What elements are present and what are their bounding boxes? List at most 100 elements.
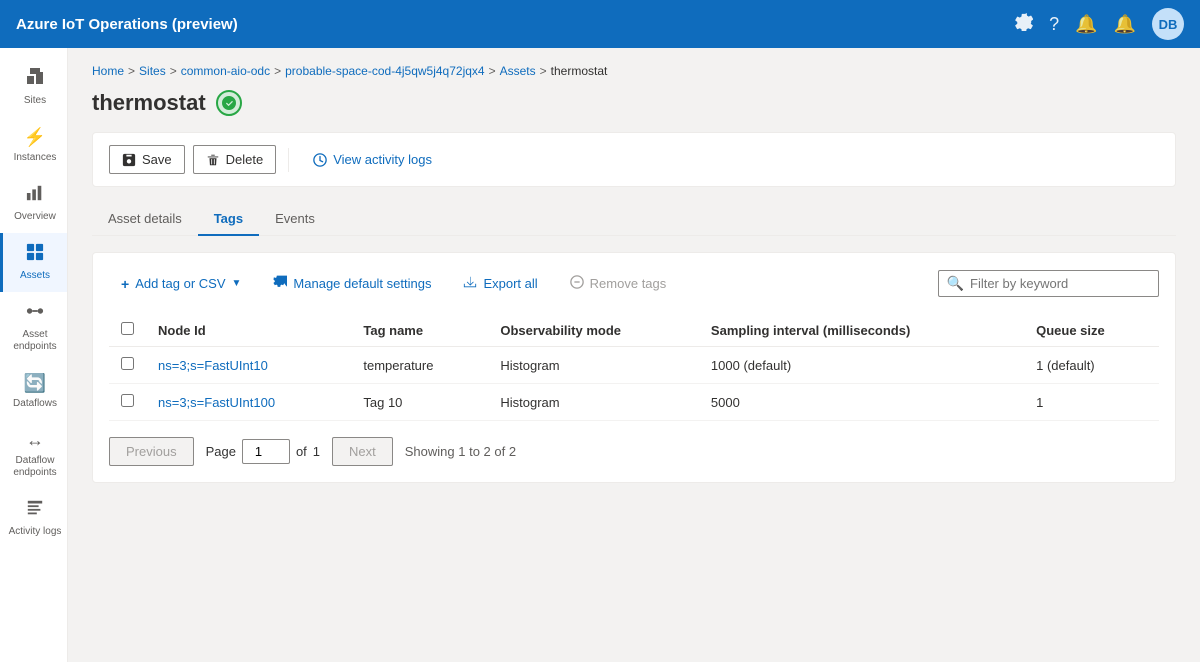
data-panel: + Add tag or CSV ▼ Manage default settin…	[92, 252, 1176, 483]
topbar: Azure IoT Operations (preview) ? 🔔 🔔 DB	[0, 0, 1200, 48]
sidebar-item-sites[interactable]: Sites	[0, 56, 67, 117]
add-tag-csv-button[interactable]: + Add tag or CSV ▼	[109, 270, 253, 298]
table-row: ns=3;s=FastUInt10 temperature Histogram …	[109, 347, 1159, 384]
header-observability-mode: Observability mode	[488, 314, 699, 347]
row2-checkbox-cell	[109, 384, 146, 421]
sidebar-item-asset-endpoints[interactable]: Asset endpoints	[0, 292, 67, 363]
notification-bell-icon[interactable]: 🔔	[1075, 14, 1097, 35]
activity-logs-label: View activity logs	[333, 152, 432, 167]
chevron-down-icon: ▼	[232, 278, 242, 289]
export-all-button[interactable]: Export all	[451, 269, 549, 298]
page-number-input[interactable]	[242, 439, 290, 464]
breadcrumb: Home > Sites > common-aio-odc > probable…	[92, 64, 1176, 78]
delete-label: Delete	[226, 152, 264, 167]
sites-icon	[25, 66, 45, 91]
gear-icon	[273, 275, 287, 292]
breadcrumb-sep-3: >	[274, 64, 281, 78]
breadcrumb-sites[interactable]: Sites	[139, 64, 166, 78]
sidebar-item-asset-endpoints-label: Asset endpoints	[7, 329, 63, 353]
header-select-all	[109, 314, 146, 347]
header-tag-name: Tag name	[351, 314, 488, 347]
delete-button[interactable]: Delete	[193, 145, 277, 174]
row2-sampling-interval: 5000	[699, 384, 1024, 421]
help-icon[interactable]: ?	[1049, 14, 1059, 35]
page-title: thermostat	[92, 90, 206, 116]
asset-endpoints-icon	[26, 302, 44, 325]
search-box: 🔍	[938, 270, 1159, 297]
export-label: Export all	[483, 276, 537, 291]
overview-icon	[26, 184, 44, 207]
table-body: ns=3;s=FastUInt10 temperature Histogram …	[109, 347, 1159, 421]
settings-icon[interactable]	[1015, 13, 1033, 36]
previous-button[interactable]: Previous	[109, 437, 194, 466]
showing-text: Showing 1 to 2 of 2	[405, 444, 516, 459]
row2-node-id-link[interactable]: ns=3;s=FastUInt100	[158, 395, 275, 410]
tab-asset-details[interactable]: Asset details	[92, 203, 198, 236]
row1-node-id: ns=3;s=FastUInt10	[146, 347, 351, 384]
table-header: Node Id Tag name Observability mode Samp…	[109, 314, 1159, 347]
sidebar-item-dataflows[interactable]: 🔄 Dataflows	[0, 363, 67, 420]
save-label: Save	[142, 152, 172, 167]
sidebar-item-activity-logs-label: Activity logs	[9, 526, 62, 538]
of-label: of	[296, 444, 307, 459]
breadcrumb-common-aio-odc[interactable]: common-aio-odc	[181, 64, 270, 78]
row2-queue-size: 1	[1024, 384, 1159, 421]
avatar[interactable]: DB	[1152, 8, 1184, 40]
row1-observability-mode: Histogram	[488, 347, 699, 384]
next-button[interactable]: Next	[332, 437, 393, 466]
breadcrumb-assets[interactable]: Assets	[500, 64, 536, 78]
save-button[interactable]: Save	[109, 145, 185, 174]
sidebar: Sites ⚡ Instances Overview Assets Asset …	[0, 48, 68, 662]
breadcrumb-sep-5: >	[540, 64, 547, 78]
breadcrumb-home[interactable]: Home	[92, 64, 124, 78]
breadcrumb-sep-4: >	[489, 64, 496, 78]
remove-tags-button[interactable]: Remove tags	[558, 269, 679, 298]
sidebar-item-dataflow-endpoints[interactable]: ↔ Dataflow endpoints	[0, 420, 67, 489]
sidebar-item-assets[interactable]: Assets	[0, 233, 67, 292]
row1-checkbox[interactable]	[121, 357, 134, 370]
sidebar-item-instances-label: Instances	[14, 152, 57, 164]
sidebar-item-instances[interactable]: ⚡ Instances	[0, 117, 67, 174]
sidebar-item-sites-label: Sites	[24, 95, 46, 107]
sidebar-item-overview[interactable]: Overview	[0, 174, 67, 233]
breadcrumb-sep-2: >	[170, 64, 177, 78]
row2-node-id: ns=3;s=FastUInt100	[146, 384, 351, 421]
plus-icon: +	[121, 276, 129, 292]
row2-checkbox[interactable]	[121, 394, 134, 407]
header-sampling-interval: Sampling interval (milliseconds)	[699, 314, 1024, 347]
page-label: Page	[206, 444, 236, 459]
export-icon	[463, 275, 477, 292]
tab-tags[interactable]: Tags	[198, 203, 259, 236]
header-row: Node Id Tag name Observability mode Samp…	[109, 314, 1159, 347]
row2-tag-name: Tag 10	[351, 384, 488, 421]
app-title: Azure IoT Operations (preview)	[16, 16, 1015, 33]
remove-icon	[570, 275, 584, 292]
row1-tag-name: temperature	[351, 347, 488, 384]
alert-icon[interactable]: 🔔	[1114, 14, 1136, 35]
manage-default-settings-button[interactable]: Manage default settings	[261, 269, 443, 298]
sidebar-item-dataflow-endpoints-label: Dataflow endpoints	[7, 455, 63, 479]
pagination: Previous Page of 1 Next Showing 1 to 2 o…	[109, 437, 1159, 466]
data-table: Node Id Tag name Observability mode Samp…	[109, 314, 1159, 421]
toolbar-divider	[288, 148, 289, 172]
breadcrumb-sep-1: >	[128, 64, 135, 78]
row1-node-id-link[interactable]: ns=3;s=FastUInt10	[158, 358, 268, 373]
assets-icon	[26, 243, 44, 266]
topbar-icons: ? 🔔 🔔 DB	[1015, 8, 1184, 40]
page-title-row: thermostat	[92, 90, 1176, 116]
content-area: Home > Sites > common-aio-odc > probable…	[68, 48, 1200, 662]
select-all-checkbox[interactable]	[121, 322, 134, 335]
sidebar-item-activity-logs[interactable]: Activity logs	[0, 489, 67, 548]
main-layout: Sites ⚡ Instances Overview Assets Asset …	[0, 48, 1200, 662]
breadcrumb-space[interactable]: probable-space-cod-4j5qw5j4q72jqx4	[285, 64, 484, 78]
tab-events[interactable]: Events	[259, 203, 331, 236]
view-activity-logs-button[interactable]: View activity logs	[301, 146, 444, 173]
row1-sampling-interval: 1000 (default)	[699, 347, 1024, 384]
tabs: Asset details Tags Events	[92, 203, 1176, 236]
add-tag-label: Add tag or CSV	[135, 276, 225, 291]
breadcrumb-current: thermostat	[551, 64, 608, 78]
dataflows-icon: 🔄	[24, 373, 46, 394]
activity-logs-icon	[26, 499, 44, 522]
page-input-area: Page of 1	[206, 439, 320, 464]
search-input[interactable]	[970, 276, 1150, 291]
